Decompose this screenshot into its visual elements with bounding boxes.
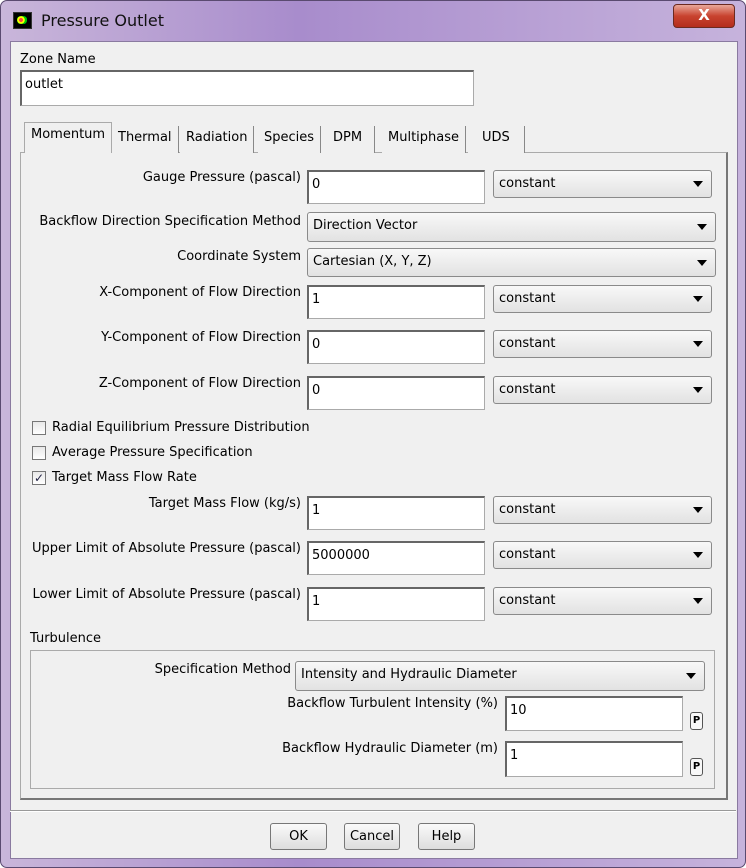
target-mass-flow-input[interactable]: 1 — [307, 496, 485, 530]
dropdown-value: constant — [499, 176, 556, 191]
tab-momentum[interactable]: Momentum — [24, 122, 113, 153]
target-mass-flow-method-dropdown[interactable]: constant — [493, 496, 712, 524]
target-mass-flow-rate-label: Target Mass Flow Rate — [52, 470, 197, 485]
ok-button[interactable]: OK — [270, 823, 327, 850]
upper-limit-method-dropdown[interactable]: constant — [493, 541, 712, 569]
radial-equilibrium-label: Radial Equilibrium Pressure Distribution — [52, 420, 310, 435]
average-pressure-label: Average Pressure Specification — [52, 445, 253, 460]
hydraulic-diameter-label: Backflow Hydraulic Diameter (m) — [282, 741, 498, 756]
specification-method-label: Specification Method — [154, 662, 291, 677]
turbulent-intensity-input[interactable]: 10 — [505, 696, 683, 731]
dropdown-arrow-icon — [693, 341, 703, 347]
specification-method-dropdown[interactable]: Intensity and Hydraulic Diameter — [295, 661, 705, 691]
x-component-label: X-Component of Flow Direction — [99, 285, 301, 300]
gauge-pressure-method-dropdown[interactable]: constant — [493, 170, 712, 198]
dropdown-arrow-icon — [693, 507, 703, 513]
help-button[interactable]: Help — [418, 823, 475, 850]
dropdown-value: constant — [499, 547, 556, 562]
close-button[interactable]: X — [673, 4, 735, 28]
target-mass-flow-checkbox[interactable]: ✓ — [32, 471, 46, 485]
dropdown-arrow-icon — [693, 296, 703, 302]
dropdown-arrow-icon — [693, 598, 703, 604]
gauge-pressure-label: Gauge Pressure (pascal) — [142, 170, 301, 185]
dropdown-arrow-icon — [697, 224, 707, 230]
dropdown-value: constant — [499, 593, 556, 608]
dropdown-value: Intensity and Hydraulic Diameter — [301, 667, 517, 682]
dropdown-arrow-icon — [686, 673, 696, 679]
hydraulic-diameter-input[interactable]: 1 — [505, 741, 683, 777]
dropdown-arrow-icon — [693, 552, 703, 558]
y-component-input[interactable]: 0 — [307, 330, 485, 364]
tab-multiphase[interactable]: Multiphase — [382, 126, 467, 153]
backflow-direction-dropdown[interactable]: Direction Vector — [307, 212, 716, 242]
parameter-button[interactable]: P — [690, 758, 703, 776]
dropdown-arrow-icon — [697, 259, 707, 266]
coordinate-system-dropdown[interactable]: Cartesian (X, Y, Z) — [307, 248, 716, 277]
radial-equilibrium-checkbox[interactable] — [32, 421, 46, 435]
dropdown-value: Direction Vector — [313, 218, 418, 233]
tab-uds[interactable]: UDS — [468, 126, 525, 153]
parameter-button[interactable]: P — [690, 712, 703, 730]
lower-limit-input[interactable]: 1 — [307, 587, 485, 621]
backflow-direction-label: Backflow Direction Specification Method — [39, 214, 301, 229]
upper-limit-input[interactable]: 5000000 — [307, 541, 485, 575]
window-title: Pressure Outlet — [41, 11, 164, 30]
tab-thermal[interactable]: Thermal — [112, 126, 179, 153]
dropdown-value: constant — [499, 382, 556, 397]
zone-name-input[interactable]: outlet — [20, 70, 474, 106]
turbulent-intensity-label: Backflow Turbulent Intensity (%) — [287, 696, 498, 711]
tab-dpm[interactable]: DPM — [321, 126, 376, 153]
tab-species[interactable]: Species — [258, 126, 322, 153]
z-component-label: Z-Component of Flow Direction — [98, 376, 301, 391]
y-component-method-dropdown[interactable]: constant — [493, 330, 712, 358]
dropdown-value: constant — [499, 336, 556, 351]
dropdown-value: Cartesian (X, Y, Z) — [313, 254, 432, 269]
footer-divider — [10, 810, 736, 812]
average-pressure-checkbox[interactable] — [32, 446, 46, 460]
lower-limit-method-dropdown[interactable]: constant — [493, 587, 712, 615]
fluent-app-icon — [13, 12, 32, 29]
x-component-method-dropdown[interactable]: constant — [493, 285, 712, 313]
dropdown-arrow-icon — [693, 181, 703, 187]
tab-radiation[interactable]: Radiation — [180, 126, 255, 153]
dropdown-value: constant — [499, 291, 556, 306]
target-mass-flow-label: Target Mass Flow (kg/s) — [148, 496, 301, 511]
dropdown-arrow-icon — [693, 387, 703, 393]
lower-limit-label: Lower Limit of Absolute Pressure (pascal… — [32, 587, 301, 602]
z-component-input[interactable]: 0 — [307, 376, 485, 410]
zone-name-label: Zone Name — [20, 52, 96, 67]
turbulence-group-title: Turbulence — [30, 631, 102, 646]
z-component-method-dropdown[interactable]: constant — [493, 376, 712, 404]
gauge-pressure-input[interactable]: 0 — [307, 170, 485, 204]
cancel-button[interactable]: Cancel — [344, 823, 400, 850]
upper-limit-label: Upper Limit of Absolute Pressure (pascal… — [32, 541, 301, 556]
coordinate-system-label: Coordinate System — [177, 249, 301, 264]
y-component-label: Y-Component of Flow Direction — [101, 330, 301, 345]
dropdown-value: constant — [499, 502, 556, 517]
x-component-input[interactable]: 1 — [307, 285, 485, 319]
